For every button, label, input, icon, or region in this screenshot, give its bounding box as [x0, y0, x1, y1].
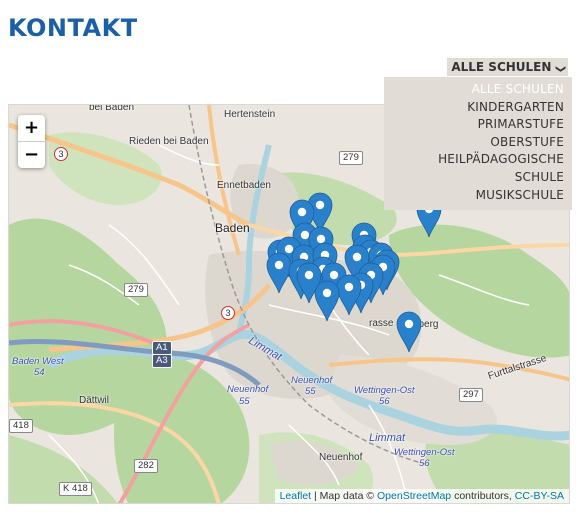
chevron-down-icon: ❯: [554, 64, 566, 74]
leaflet-link[interactable]: Leaflet: [280, 490, 312, 502]
map-attribution: Leaflet | Map data © OpenStreetMap contr…: [274, 489, 569, 503]
filter-option[interactable]: PRIMARSTUFE: [384, 116, 572, 134]
filter-toggle[interactable]: ALLE SCHULEN ❯: [384, 57, 572, 77]
filter-option[interactable]: OBERSTUFE: [384, 134, 572, 152]
license-link[interactable]: CC-BY-SA: [515, 490, 564, 502]
filter-current-label: ALLE SCHULEN: [451, 60, 552, 74]
filter-option[interactable]: KINDERGARTEN: [384, 99, 572, 117]
school-marker-icon[interactable]: [336, 274, 362, 316]
school-marker-icon[interactable]: [314, 280, 340, 322]
osm-link[interactable]: OpenStreetMap: [377, 490, 451, 502]
school-marker-icon[interactable]: [396, 311, 422, 353]
page-title: KONTAKT: [8, 14, 138, 42]
filter-option[interactable]: MUSIKSCHULE: [384, 187, 572, 205]
zoom-out-button[interactable]: −: [18, 141, 45, 168]
attribution-text: | Map data ©: [311, 490, 378, 502]
filter-option[interactable]: HEILPÄDAGOGISCHE SCHULE: [384, 151, 572, 186]
school-filter: ALLE SCHULEN ❯ ALLE SCHULEN KINDERGARTEN P…: [384, 57, 572, 211]
filter-current[interactable]: ALLE SCHULEN ❯: [447, 58, 568, 76]
filter-option[interactable]: ALLE SCHULEN: [384, 81, 572, 99]
school-marker-icon[interactable]: [266, 252, 292, 294]
zoom-control: + −: [18, 115, 45, 168]
attribution-text: contributors,: [451, 490, 515, 502]
filter-dropdown: ALLE SCHULEN KINDERGARTEN PRIMARSTUFE OBERS…: [384, 77, 572, 211]
zoom-in-button[interactable]: +: [18, 115, 45, 141]
